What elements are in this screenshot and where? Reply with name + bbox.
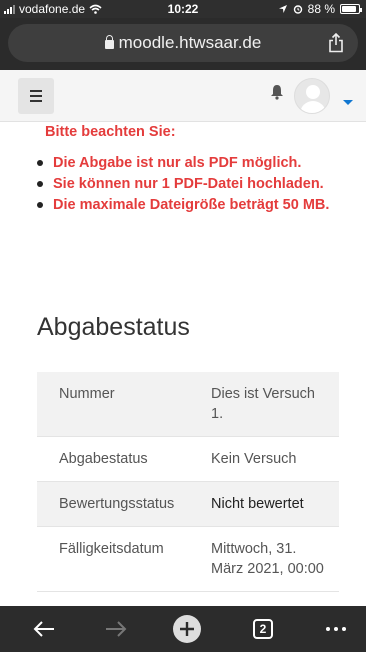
lock-icon [104,34,114,49]
url-bar[interactable]: moodle.htwsaar.de [8,24,358,62]
submission-notice: Bitte beachten Sie: Die Abgabe ist nur a… [37,124,345,217]
row-value: Kein Versuch [211,451,297,467]
notice-heading: Bitte beachten Sie: [45,124,176,140]
web-page: Bitte beachten Sie: Die Abgabe ist nur a… [0,70,366,606]
alarm-icon [293,5,302,14]
status-bar: vodafone.de 10:22 88 % [0,0,366,18]
tabs-button[interactable]: 2 [243,606,283,652]
hamburger-icon[interactable] [18,78,54,114]
avatar[interactable] [294,78,330,114]
plus-icon [173,615,201,643]
browser-toolbar-top: moodle.htwsaar.de [0,18,366,70]
table-row: Abgabestatus Kein Versuch [37,437,339,482]
table-row: Bewertungsstatus Nicht bewertet [37,481,339,527]
forward-button[interactable] [96,606,136,652]
forward-arrow-icon [106,621,127,637]
moodle-navbar [0,70,366,122]
browser-toolbar-bottom: 2 [0,606,366,652]
row-value: Mittwoch, 31. März 2021, 00:00 [211,541,324,577]
back-arrow-icon [33,621,54,637]
submission-status-table: Nummer Dies ist Versuch 1. Abgabestatus … [37,372,339,592]
back-button[interactable] [24,606,64,652]
url-text: moodle.htwsaar.de [118,33,262,52]
row-key: Bewertungsstatus [59,496,175,512]
row-key: Nummer [59,386,115,402]
section-title: Abgabestatus [37,313,190,341]
battery-icon [340,4,362,14]
row-value: Dies ist Versuch 1. [211,386,315,422]
notice-list: Die Abgabe ist nur als PDF möglich. Sie … [37,154,345,215]
location-icon [278,5,287,13]
chevron-down-icon[interactable] [343,100,353,105]
table-row: Fälligkeitsdatum Mittwoch, 31. März 2021… [37,527,339,592]
row-key: Abgabestatus [59,451,148,467]
table-row: Nummer Dies ist Versuch 1. [37,372,339,437]
notice-item: Die Abgabe ist nur als PDF möglich. [37,154,345,173]
notice-item: Sie können nur 1 PDF-Datei hochladen. [37,175,345,194]
status-right: 88 % [278,2,362,16]
row-value: Nicht bewertet [211,496,304,512]
tabs-icon: 2 [253,619,273,639]
row-key: Fälligkeitsdatum [59,541,164,557]
battery-percent: 88 % [307,2,335,16]
notice-item: Die maximale Dateigröße beträgt 50 MB. [37,196,345,215]
more-icon[interactable] [316,606,356,652]
new-tab-button[interactable] [167,606,207,652]
share-icon[interactable] [328,33,344,53]
bell-icon[interactable] [270,84,284,100]
